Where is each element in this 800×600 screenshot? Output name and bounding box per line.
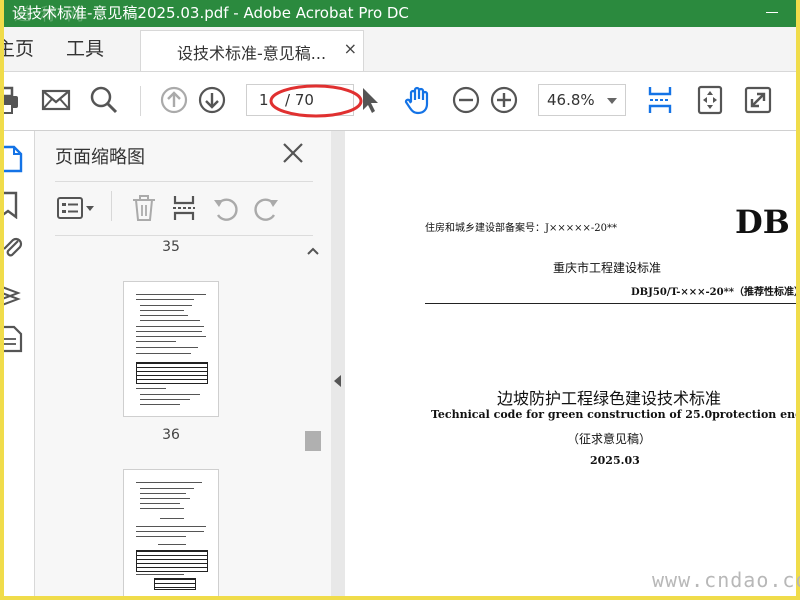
- issuer-line: 重庆市工程建设标准: [553, 261, 662, 275]
- tab-tools[interactable]: 工具: [66, 27, 104, 71]
- toolbar: 1 / 70 46.8%: [4, 72, 796, 131]
- panel-divider: [55, 235, 313, 236]
- tab-bar: 主页 工具 设技术标准-意见稿... ×: [4, 27, 796, 72]
- print-icon[interactable]: [4, 84, 22, 116]
- draft-label: （征求意见稿）: [567, 432, 652, 446]
- bottom-watermark: www.cndao.com: [652, 568, 800, 592]
- standard-code: DBJ50/T-×××-20**（推荐性标准）: [631, 287, 796, 298]
- document-view[interactable]: 住房和城乡建设部备案号：J×××××-20** DB 重庆市工程建设标准 DBJ…: [345, 131, 796, 596]
- zoom-out-icon[interactable]: [450, 84, 482, 116]
- search-icon[interactable]: [88, 84, 120, 116]
- rotate-clockwise-icon[interactable]: [251, 193, 281, 223]
- title-english: Technical code for green construction of…: [431, 408, 796, 421]
- bookmark-icon[interactable]: [4, 191, 26, 219]
- record-number: 住房和城乡建设部备案号：J×××××-20**: [425, 223, 618, 234]
- zoom-level-select[interactable]: 46.8%: [538, 84, 626, 116]
- page-thumbnail-36[interactable]: [123, 281, 219, 417]
- full-screen-icon[interactable]: [742, 84, 774, 116]
- title-chinese: 边坡防护工程绿色建设技术标准: [497, 389, 722, 408]
- panel-divider: [55, 181, 313, 182]
- title-bar: 设技术标准-意见稿2025.03.pdf - Adobe Acrobat Pro…: [4, 0, 796, 27]
- page-thumbnails-panel: 页面缩略图 35 36: [35, 131, 332, 596]
- chevron-down-icon: [607, 98, 617, 104]
- collapse-left-icon: [334, 375, 341, 387]
- page-thumbnails-icon[interactable]: [4, 145, 26, 173]
- navigation-rail: [4, 131, 35, 596]
- insert-page-icon[interactable]: [169, 193, 199, 223]
- select-tool-icon[interactable]: [354, 84, 386, 116]
- delete-page-icon[interactable]: [129, 193, 159, 223]
- document-tab-label: 设技术标准-意见稿...: [177, 44, 327, 63]
- zoom-in-icon[interactable]: [488, 84, 520, 116]
- email-icon[interactable]: [40, 84, 72, 116]
- close-tab-icon[interactable]: ×: [344, 39, 357, 58]
- page-label-35: 35: [162, 239, 180, 255]
- title-watermark: 道 称 网: [14, 5, 86, 25]
- minimize-button[interactable]: [766, 12, 778, 13]
- page-thumbnail-37[interactable]: [123, 469, 219, 596]
- attachment-icon[interactable]: [4, 235, 26, 263]
- fit-page-icon[interactable]: [694, 84, 726, 116]
- scroll-up-icon[interactable]: [305, 245, 321, 257]
- panel-title: 页面缩略图: [55, 147, 145, 168]
- zoom-level-value: 46.8%: [547, 91, 595, 109]
- previous-page-icon[interactable]: [158, 84, 190, 116]
- header-rule: [425, 303, 796, 304]
- scroll-mode-icon[interactable]: [644, 84, 676, 116]
- thumbnail-scrollbar[interactable]: [303, 243, 321, 593]
- content-icon[interactable]: [4, 325, 26, 353]
- rotate-counterclockwise-icon[interactable]: [211, 193, 241, 223]
- thumbnail-list[interactable]: 35 36: [35, 239, 331, 596]
- issue-date: 2025.03: [590, 454, 640, 467]
- thumbnail-options-icon[interactable]: [55, 193, 97, 223]
- panel-toolbar-separator: [111, 191, 112, 221]
- tab-document[interactable]: 设技术标准-意见稿... ×: [140, 30, 364, 71]
- layers-icon[interactable]: [4, 281, 26, 309]
- red-annotation-ellipse: [269, 84, 363, 118]
- hand-tool-icon[interactable]: [402, 84, 434, 116]
- next-page-icon[interactable]: [196, 84, 228, 116]
- tab-home[interactable]: 主页: [4, 27, 34, 71]
- close-panel-icon[interactable]: [279, 139, 307, 167]
- acrobat-window: 设技术标准-意见稿2025.03.pdf - Adobe Acrobat Pro…: [4, 0, 796, 596]
- collapse-panel-handle[interactable]: [331, 131, 345, 596]
- document-page: 住房和城乡建设部备案号：J×××××-20** DB 重庆市工程建设标准 DBJ…: [345, 131, 796, 596]
- toolbar-separator: [140, 86, 141, 116]
- page-label-36: 36: [162, 427, 180, 443]
- db-mark: DB: [735, 203, 790, 241]
- scrollbar-thumb[interactable]: [305, 431, 321, 451]
